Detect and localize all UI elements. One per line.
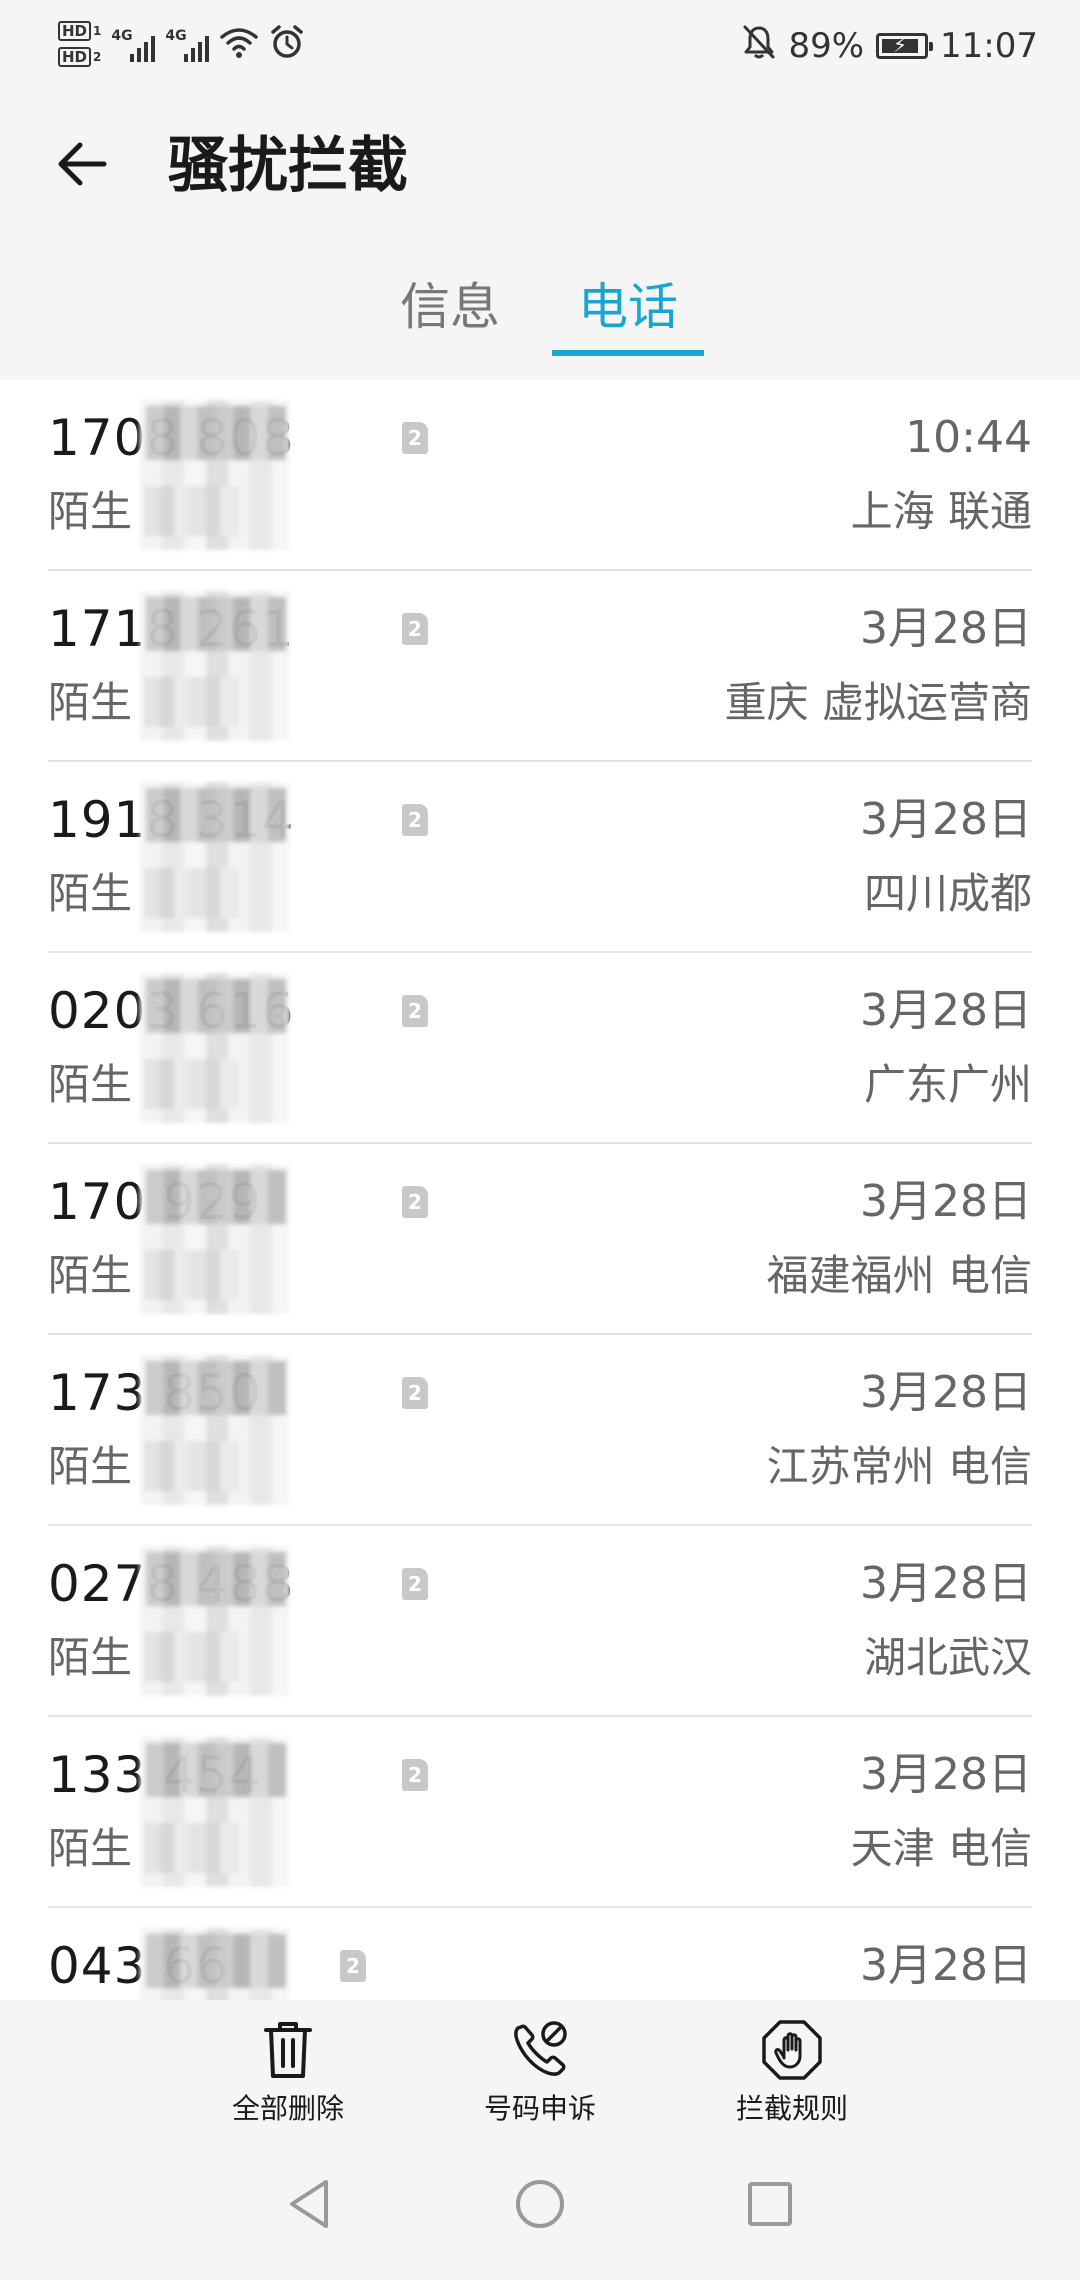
call-list-item[interactable]: 133 45423月28日陌生天津 电信 [0, 1717, 1080, 1908]
tab-indicator [552, 350, 704, 356]
back-button[interactable] [40, 124, 124, 208]
sim-card-icon: 2 [402, 1759, 428, 1791]
caller-location: 广东广州 [863, 1060, 1032, 1109]
page-title: 骚扰拦截 [168, 131, 408, 201]
privacy-blur [140, 400, 290, 550]
bottom-action-bar: 全部删除 号码申诉 拦截规则 [0, 2000, 1080, 2130]
sim-card-icon: 2 [402, 1377, 428, 1409]
sim-card-icon: 2 [402, 1568, 428, 1600]
privacy-blur [140, 1355, 290, 1505]
call-time: 3月28日 [860, 1940, 1032, 1991]
caller-location: 天津 电信 [850, 1824, 1032, 1873]
call-list-item[interactable]: 1918 31423月28日陌生四川成都 [0, 762, 1080, 953]
call-time: 3月28日 [860, 1749, 1032, 1800]
square-recents-icon [742, 2176, 798, 2236]
status-right: 89% ⚡ 11:07 [742, 18, 1038, 74]
sim-card-icon: 2 [402, 422, 428, 454]
status-bar: HD 1 HD 2 4G 4G 89% ⚡ 11:07 [0, 0, 1080, 96]
sim-card-icon: 2 [402, 995, 428, 1027]
delete-all-button[interactable]: 全部删除 [178, 2018, 398, 2128]
sim-card-icon: 2 [402, 804, 428, 836]
caller-tag: 陌生 [48, 1824, 133, 1873]
caller-tag: 陌生 [48, 678, 133, 727]
privacy-blur [140, 1737, 290, 1887]
alarm-icon [269, 24, 305, 64]
block-rules-button[interactable]: 拦截规则 [682, 2018, 902, 2128]
call-time: 3月28日 [860, 794, 1032, 845]
caller-location: 江苏常州 电信 [766, 1442, 1032, 1491]
status-left: HD 1 HD 2 4G 4G [58, 14, 305, 74]
privacy-blur [140, 782, 290, 932]
call-time: 3月28日 [860, 1176, 1032, 1227]
app-header: 骚扰拦截 信息 电话 [0, 96, 1080, 380]
mute-icon [742, 24, 776, 69]
number-appeal-button[interactable]: 号码申诉 [430, 2018, 650, 2128]
battery-icon: ⚡ [876, 33, 934, 59]
sim-card-icon: 2 [402, 613, 428, 645]
call-list-item[interactable]: 0278 48823月28日陌生湖北武汉 [0, 1526, 1080, 1717]
triangle-back-icon [282, 2176, 338, 2236]
block-hand-icon [760, 2018, 824, 2082]
sim-card-icon: 2 [340, 1950, 366, 1982]
caller-tag: 陌生 [48, 487, 133, 536]
hd-icon-1: HD 1 [58, 21, 101, 41]
number-appeal-label: 号码申诉 [483, 2092, 596, 2125]
caller-location: 上海 联通 [850, 487, 1032, 536]
hd-indicators: HD 1 HD 2 [58, 21, 101, 67]
call-time: 3月28日 [860, 1367, 1032, 1418]
nav-home-button[interactable] [500, 2166, 580, 2246]
signal-icon-sim2: 4G [165, 24, 210, 64]
caller-tag: 陌生 [48, 1442, 133, 1491]
call-list-item[interactable]: 1708 808210:44陌生上海 联通 [0, 380, 1080, 571]
call-list-item[interactable]: 043 6623月28日陌生 [0, 1908, 1080, 2000]
caller-location: 福建福州 电信 [766, 1251, 1032, 1300]
tab-messages[interactable]: 信息 [390, 272, 510, 342]
call-list-item[interactable]: 1718 26123月28日陌生重庆 虚拟运营商 [0, 571, 1080, 762]
status-time: 11:07 [940, 26, 1038, 66]
call-list-item[interactable]: 170 92923月28日陌生福建福州 电信 [0, 1144, 1080, 1335]
privacy-blur [140, 1164, 290, 1314]
privacy-blur [140, 973, 290, 1123]
caller-tag: 陌生 [48, 1251, 133, 1300]
caller-tag: 陌生 [48, 1060, 133, 1109]
call-list-item[interactable]: 173 85023月28日陌生江苏常州 电信 [0, 1335, 1080, 1526]
block-rules-label: 拦截规则 [735, 2092, 848, 2125]
privacy-blur [140, 591, 290, 741]
caller-location: 四川成都 [863, 869, 1032, 918]
system-nav-bar [0, 2130, 1080, 2280]
signal-icon-sim1: 4G [111, 24, 156, 64]
privacy-blur [140, 1928, 290, 2000]
hd-icon-2: HD 2 [58, 47, 101, 67]
wifi-icon [219, 25, 259, 63]
caller-location: 湖北武汉 [863, 1633, 1032, 1682]
caller-location: 重庆 虚拟运营商 [724, 678, 1032, 727]
nav-recents-button[interactable] [730, 2166, 810, 2246]
tab-calls[interactable]: 电话 [568, 272, 688, 342]
blocked-call-list[interactable]: 1708 808210:44陌生上海 联通1718 26123月28日陌生重庆 … [0, 380, 1080, 2000]
battery-percent: 89% [788, 26, 865, 66]
sim-card-icon: 2 [402, 1186, 428, 1218]
phone-appeal-icon [508, 2018, 572, 2082]
caller-tag: 陌生 [48, 869, 133, 918]
arrow-left-icon [52, 134, 112, 198]
call-time: 3月28日 [860, 1558, 1032, 1609]
call-list-item[interactable]: 0203 61623月28日陌生广东广州 [0, 953, 1080, 1144]
call-time: 3月28日 [860, 985, 1032, 1036]
call-time: 10:44 [905, 412, 1032, 463]
circle-home-icon [512, 2176, 568, 2236]
trash-icon [258, 2018, 318, 2082]
caller-tag: 陌生 [48, 1633, 133, 1682]
privacy-blur [140, 1546, 290, 1696]
call-time: 3月28日 [860, 603, 1032, 654]
nav-back-button[interactable] [270, 2166, 350, 2246]
delete-all-label: 全部删除 [231, 2092, 344, 2125]
